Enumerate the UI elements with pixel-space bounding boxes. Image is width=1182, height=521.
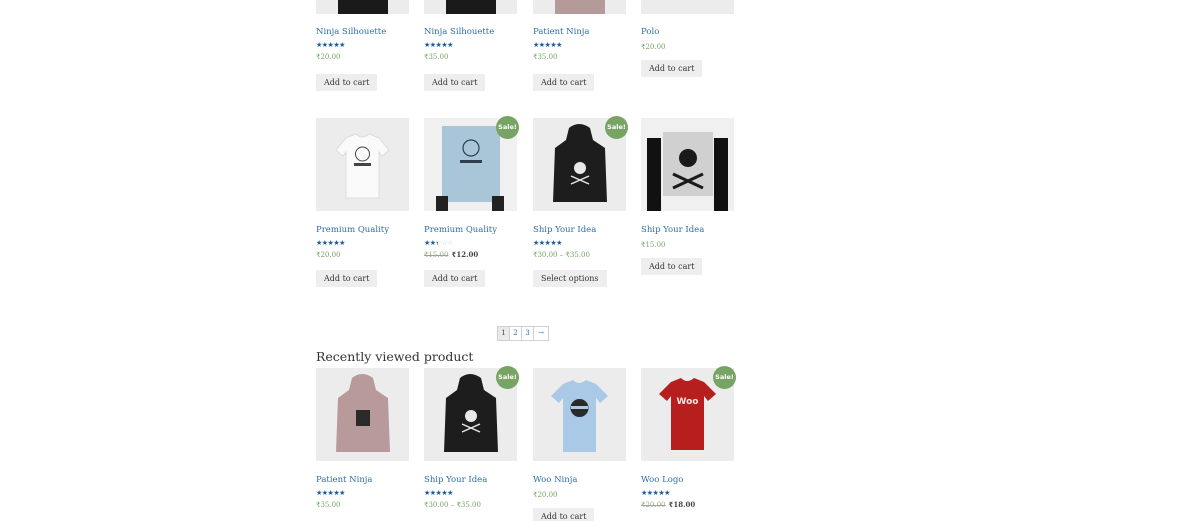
product-title[interactable]: Ship Your Idea <box>533 225 626 236</box>
add-to-cart-button[interactable]: Add to cart <box>533 74 595 91</box>
old-price: ₹15.00 <box>424 251 449 259</box>
product-image[interactable] <box>533 368 626 461</box>
product-card: Sale! Ship Your Idea ☆☆☆☆☆ ★★★★★ ₹30.00 –… <box>424 366 519 510</box>
sale-badge: Sale! <box>496 366 519 389</box>
rating-stars: ☆☆☆☆☆★★★★★ <box>641 489 670 497</box>
product-price: ₹30.00 – ₹35.00 <box>533 251 590 259</box>
rating-stars: ☆☆☆☆☆★★★★★ <box>533 239 562 247</box>
sale-price: ₹12.00 <box>451 250 479 259</box>
sale-badge: Sale! <box>713 366 736 389</box>
add-to-cart-button[interactable]: Add to cart <box>533 508 595 521</box>
product-title[interactable]: Polo <box>641 27 734 38</box>
product-price: ₹35.00 <box>533 53 558 61</box>
product-title[interactable]: Premium Quality <box>424 225 517 236</box>
product-price: ₹20.00 <box>641 43 666 51</box>
product-title[interactable]: Premium Quality <box>316 225 409 236</box>
product-price: ₹30.00 – ₹35.00 <box>424 501 481 509</box>
product-title[interactable]: Woo Ninja <box>533 475 626 486</box>
old-price: ₹20.00 <box>641 501 666 509</box>
next-page-icon[interactable]: → <box>533 326 549 341</box>
product-image[interactable] <box>533 0 626 14</box>
product-price: ₹20.00 <box>316 53 341 61</box>
product-title[interactable]: Patient Ninja <box>533 27 626 38</box>
select-options-button[interactable]: Select options <box>533 270 607 287</box>
product-title[interactable]: Ninja Silhouette <box>424 27 517 38</box>
product-card: Ship Your Idea ₹15.00 Add to cart <box>641 118 734 275</box>
product-title[interactable]: Patient Ninja <box>316 475 409 486</box>
sale-badge: Sale! <box>605 116 628 139</box>
rating-stars: ☆☆☆☆☆★★★★★ <box>424 239 453 247</box>
add-to-cart-button[interactable]: Add to cart <box>641 60 703 77</box>
product-price: ₹35.00 <box>424 53 449 61</box>
product-card: Patient Ninja ☆☆☆☆☆ ★★★★★ ₹35.00 <box>316 368 409 510</box>
product-card: Sale! Premium Quality ☆☆☆☆☆★★★★★ ₹15.00₹… <box>424 116 519 287</box>
product-price: ₹20.00 ₹18.00 <box>641 500 734 510</box>
product-card: Sale! Ship Your Idea ☆☆☆☆☆ ★★★★★ ₹30.00 –… <box>533 116 628 287</box>
add-to-cart-button[interactable]: Add to cart <box>316 74 378 91</box>
product-title[interactable]: Ship Your Idea <box>424 475 517 486</box>
product-card: Ninja Silhouette ☆☆☆☆☆ ★★★★★ ₹35.00 Add t… <box>424 0 517 91</box>
pagination: 1 2 3 → <box>497 326 549 341</box>
product-title[interactable]: Ship Your Idea <box>641 225 734 236</box>
product-card: Woo Sale! Woo Logo ☆☆☆☆☆ ★★★★★ ₹20.00 ₹18.… <box>641 366 736 510</box>
product-price: ₹20.00 <box>316 251 341 259</box>
product-card: Polo ₹20.00 Add to cart <box>641 0 734 77</box>
product-price: ₹15.00 ₹12.00 <box>424 250 517 260</box>
product-title[interactable]: Woo Logo <box>641 475 734 486</box>
rating-stars: ☆☆☆☆☆★★★★★ <box>316 489 345 497</box>
rating-stars: ☆☆☆☆☆★★★★★ <box>424 489 453 497</box>
add-to-cart-button[interactable]: Add to cart <box>424 270 486 287</box>
product-image[interactable] <box>316 368 409 461</box>
add-to-cart-button[interactable]: Add to cart <box>424 74 486 91</box>
rating-stars: ☆☆☆☆☆★★★★★ <box>424 41 453 49</box>
product-image[interactable] <box>641 0 734 14</box>
product-price: ₹15.00 <box>641 241 666 249</box>
add-to-cart-button[interactable]: Add to cart <box>316 270 378 287</box>
product-image[interactable] <box>316 118 409 211</box>
product-card: Premium Quality ☆☆☆☆☆ ★★★★★ ₹20.00 Add to… <box>316 118 409 287</box>
product-image[interactable] <box>316 0 409 14</box>
product-card: Ninja Silhouette ☆☆☆☆☆ ★★★★★ ₹20.00 Add t… <box>316 0 409 91</box>
product-price: ₹35.00 <box>316 501 341 509</box>
product-image[interactable] <box>424 0 517 14</box>
rating-stars: ☆☆☆☆☆★★★★★ <box>533 41 562 49</box>
rating-stars: ☆☆☆☆☆★★★★★ <box>316 41 345 49</box>
product-image[interactable] <box>641 118 734 211</box>
section-title: Recently viewed product <box>316 349 474 364</box>
sale-price: ₹18.00 <box>668 500 696 509</box>
product-card: Woo Ninja ₹20.00 Add to cart <box>533 368 626 521</box>
sale-badge: Sale! <box>496 116 519 139</box>
woo-logo-text: Woo <box>677 397 699 407</box>
product-title[interactable]: Ninja Silhouette <box>316 27 409 38</box>
product-price: ₹20.00 <box>533 491 558 499</box>
rating-stars: ☆☆☆☆☆★★★★★ <box>316 239 345 247</box>
product-card: Patient Ninja ☆☆☆☆☆ ★★★★★ ₹35.00 Add to c… <box>533 0 626 91</box>
add-to-cart-button[interactable]: Add to cart <box>641 258 703 275</box>
